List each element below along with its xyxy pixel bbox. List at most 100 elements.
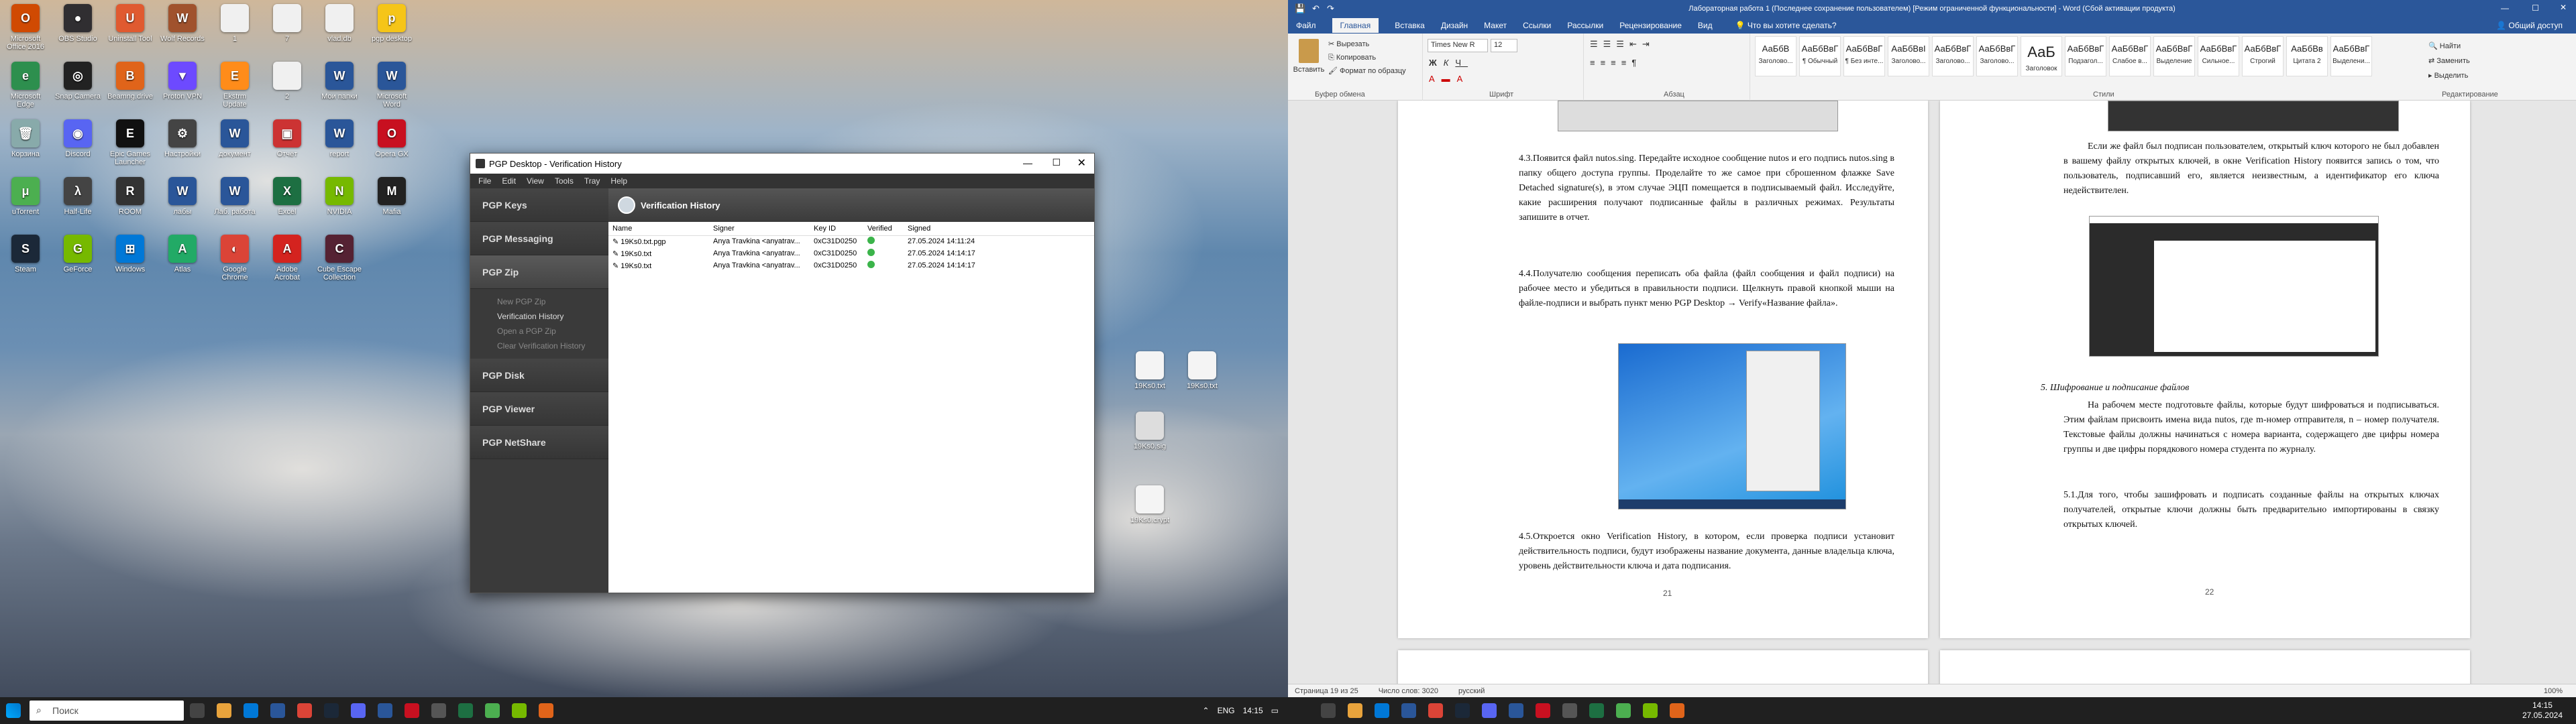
replace-button[interactable]: ⇄ Заменить <box>2428 54 2470 68</box>
maximize-icon[interactable]: ☐ <box>2532 3 2539 13</box>
save-icon[interactable]: 💾 <box>1295 3 1305 14</box>
taskbar-app-icon[interactable] <box>1664 697 1690 724</box>
table-row[interactable]: ✎ 19Ks0.txt.pgp Anya Travkina <anyatrav.… <box>608 235 1094 247</box>
desktop-icon[interactable]: μ uTorrent <box>1 174 50 232</box>
tab-layout[interactable]: Макет <box>1484 21 1507 30</box>
desktop-icon[interactable]: W Microsoft Word <box>368 59 416 117</box>
desktop-icon[interactable]: 7 <box>263 1 311 59</box>
taskbar-app-icon[interactable] <box>372 697 398 724</box>
notification-icon[interactable]: ▭ <box>1271 706 1279 715</box>
section-pgp-netshare[interactable]: PGP NetShare <box>470 426 608 459</box>
tab-mailings[interactable]: Рассылки <box>1567 21 1603 30</box>
desktop-icon[interactable]: e Microsoft Edge <box>1 59 50 117</box>
section-pgp-disk[interactable]: PGP Disk <box>470 359 608 392</box>
taskbar-app-icon[interactable] <box>1395 697 1422 724</box>
section-pgp-zip[interactable]: PGP Zip <box>470 255 608 289</box>
style-item[interactable]: АаБ Заголовок <box>2021 36 2062 76</box>
cut-button[interactable]: ✂ Вырезать <box>1328 38 1406 51</box>
taskbar-app-icon[interactable] <box>398 697 425 724</box>
page-count[interactable]: Страница 19 из 25 <box>1295 687 1358 695</box>
tell-me-box[interactable]: 💡 Что вы хотите сделать? <box>1735 21 1837 30</box>
desktop-icon[interactable]: Wreport <box>315 117 364 174</box>
col-signer[interactable]: Signer <box>709 222 810 236</box>
undo-icon[interactable]: ↶ <box>1312 3 1320 14</box>
tab-insert[interactable]: Вставка <box>1395 21 1425 30</box>
format-painter-button[interactable]: 🖌 Формат по образцу <box>1328 64 1406 78</box>
share-button[interactable]: 👤 Общий доступ <box>2496 21 2563 30</box>
menu-tray[interactable]: Tray <box>584 176 600 186</box>
taskbar-app-icon[interactable] <box>1556 697 1583 724</box>
desktop-icon[interactable]: M Mafia <box>368 174 416 232</box>
style-item[interactable]: АаБбВвГ Выделение <box>2153 36 2195 76</box>
desktop-icon[interactable]: X Excel <box>263 174 311 232</box>
tab-review[interactable]: Рецензирование <box>1619 21 1682 30</box>
taskbar-app-icon[interactable] <box>1503 697 1529 724</box>
desktop-file[interactable]: 19Ks0.sig <box>1126 409 1174 467</box>
style-item[interactable]: АаБбВвГ Строгий <box>2242 36 2284 76</box>
desktop-icon[interactable]: R ROOM <box>106 174 154 232</box>
section-pgp-viewer[interactable]: PGP Viewer <box>470 392 608 426</box>
menu-view[interactable]: View <box>527 176 544 186</box>
find-button[interactable]: 🔍 Найти <box>2428 39 2470 54</box>
desktop-icon[interactable]: U Uninstall Tool <box>106 1 154 59</box>
style-item[interactable]: АаБбВвГ Выделени... <box>2330 36 2372 76</box>
desktop-icon[interactable]: W Лаб. работа <box>211 174 259 232</box>
taskbar-app-icon[interactable] <box>1529 697 1556 724</box>
desktop-icon[interactable]: vlad.db <box>315 1 364 59</box>
menu-file[interactable]: File <box>478 176 491 186</box>
col-keyid[interactable]: Key ID <box>810 222 863 236</box>
taskbar-app-icon[interactable] <box>1315 697 1342 724</box>
taskbar-app-icon[interactable] <box>1583 697 1610 724</box>
word-count[interactable]: Число слов: 3020 <box>1379 687 1438 695</box>
desktop-icon[interactable]: G GeForce <box>54 232 102 290</box>
list-buttons[interactable]: ☰☰☰⇤⇥ <box>1590 39 1655 50</box>
desktop-icon[interactable]: S Steam <box>1 232 50 290</box>
desktop-icon[interactable]: W Wolf Records <box>158 1 207 59</box>
table-row[interactable]: ✎ 19Ks0.txt Anya Travkina <anyatrav... 0… <box>608 259 1094 272</box>
desktop-icon[interactable]: O Microsoft Office 2016 <box>1 1 50 59</box>
style-item[interactable]: АаБбВвГ Подзагол... <box>2065 36 2106 76</box>
desktop-icon[interactable]: O Opera GX <box>368 117 416 174</box>
desktop-icon[interactable]: N NVIDIA <box>315 174 364 232</box>
sub-clear-history[interactable]: Clear Verification History <box>470 339 608 353</box>
start-button[interactable] <box>0 697 27 724</box>
menu-help[interactable]: Help <box>610 176 627 186</box>
copy-button[interactable]: ⎘ Копировать <box>1328 51 1406 64</box>
taskbar-app-icon[interactable] <box>345 697 372 724</box>
taskbar-app-icon[interactable] <box>533 697 559 724</box>
taskbar-app-icon[interactable] <box>291 697 318 724</box>
style-item[interactable]: АаБбВ Заголово... <box>1755 36 1796 76</box>
align-buttons[interactable]: ≡≡≡≡¶ <box>1590 58 1642 68</box>
style-item[interactable]: АаБбВвГ Сильное... <box>2198 36 2239 76</box>
tab-design[interactable]: Дизайн <box>1441 21 1468 30</box>
redo-icon[interactable]: ↷ <box>1327 3 1334 14</box>
chevron-up-icon[interactable]: ⌃ <box>1203 706 1210 715</box>
desktop-icon[interactable]: 🗑 Корзина <box>1 117 50 174</box>
taskbar-app-icon[interactable] <box>211 697 237 724</box>
desktop-icon[interactable]: A Adobe Acrobat <box>263 232 311 290</box>
font-size-select[interactable]: 12 <box>1491 39 1517 52</box>
desktop-icon[interactable]: ◉ Discord <box>54 117 102 174</box>
close-icon[interactable]: ✕ <box>2560 3 2567 12</box>
style-item[interactable]: АаБбВвI Заголово... <box>1888 36 1929 76</box>
close-icon[interactable]: ✕ <box>1077 156 1086 170</box>
taskbar-search[interactable]: ⌕ Поиск <box>30 701 184 721</box>
desktop-icon[interactable]: ● OBS Studio <box>54 1 102 59</box>
style-item[interactable]: АаБбВв Цитата 2 <box>2286 36 2328 76</box>
taskbar-app-icon[interactable] <box>452 697 479 724</box>
taskbar-app-icon[interactable] <box>264 697 291 724</box>
style-item[interactable]: АаБбВвГ Слабое в... <box>2109 36 2151 76</box>
pgp-desktop-window[interactable]: PGP Desktop - Verification History — ☐ ✕… <box>470 153 1095 593</box>
desktop-icon[interactable]: W Мои папки <box>315 59 364 117</box>
sub-verification-history[interactable]: Verification History <box>470 309 608 324</box>
desktop-icon[interactable]: ◐ Google Chrome <box>211 232 259 290</box>
taskbar-app-icon[interactable] <box>237 697 264 724</box>
maximize-icon[interactable]: ☐ <box>1052 157 1061 168</box>
desktop-icon[interactable]: E Epic Games Launcher <box>106 117 154 174</box>
tab-file[interactable]: Файл <box>1296 21 1316 30</box>
clock-right[interactable]: 14:15 27.05.2024 <box>2522 701 2576 721</box>
sub-open-pgp-zip[interactable]: Open a PGP Zip <box>470 324 608 339</box>
desktop-icon[interactable]: ▼ Proton VPN <box>158 59 207 117</box>
pgp-titlebar[interactable]: PGP Desktop - Verification History — ☐ ✕ <box>470 154 1094 174</box>
desktop-icon[interactable]: 1 <box>211 1 259 59</box>
